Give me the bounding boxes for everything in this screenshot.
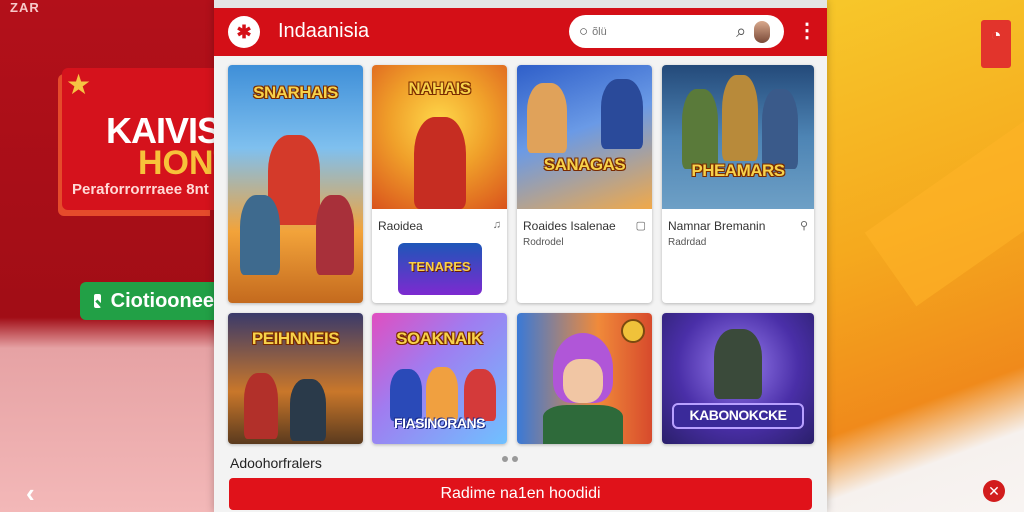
hero-figure (426, 367, 458, 421)
banner-line3: Peraforrorrraee 8nt (72, 181, 209, 198)
cta-button[interactable]: Radime na1en hoodidi (229, 478, 812, 510)
app-header: ✱ Indaanisia ○ õlü ⌕ ⋮ (214, 8, 827, 56)
badge-art: TENARES (397, 243, 482, 295)
hero-figure (464, 369, 496, 421)
game-art-logo: PEIHNNEIS (251, 329, 340, 348)
hero-figure (240, 195, 280, 275)
game-card[interactable]: SANAGAS Roaides Isalenae ▢ Rodrodel (517, 65, 652, 303)
search-icon: ○ (579, 23, 589, 40)
page-dot[interactable] (512, 456, 518, 462)
badge-logo: TENARES (408, 259, 471, 274)
hero-figure (762, 89, 798, 169)
game-title: Namnar Bremanin (668, 219, 766, 233)
app-logo-icon[interactable]: ✱ (228, 16, 260, 48)
hero-figure (316, 195, 354, 275)
hero-figure (714, 329, 762, 399)
card-info: Namnar Bremanin ⚲ Radrdad (662, 213, 814, 248)
game-art-logo: SANAGAS (543, 155, 626, 174)
decor-stripe (864, 83, 1024, 307)
game-card[interactable]: NAHAIS Raoidea ♫ TENARES (372, 65, 507, 303)
hero-figure (244, 373, 278, 439)
page-dot[interactable] (502, 456, 508, 462)
search-submit-icon[interactable]: ⌕ (736, 21, 746, 42)
game-art-bottom-logo: FIASINORANS (394, 415, 485, 431)
game-card[interactable]: KABONOKCKE (662, 313, 814, 444)
hero-figure (290, 379, 326, 441)
left-action-label: Ciotioonee (110, 289, 214, 312)
search-input[interactable]: õlü (592, 26, 732, 38)
game-title: Raoidea (378, 219, 423, 233)
section-label: Adoohorfralers (230, 455, 322, 471)
kebab-menu-icon[interactable]: ⋮ (797, 21, 817, 41)
game-art: SANAGAS (517, 65, 652, 209)
app-title: Indaanisia (278, 20, 370, 42)
window-icon[interactable]: ▢ (636, 219, 646, 232)
left-action-button[interactable]: Ciotioonee (80, 282, 214, 320)
avatar[interactable] (754, 20, 771, 43)
hero-face (563, 359, 603, 403)
game-title: Roaides Isalenae (523, 219, 616, 233)
status-strip (214, 0, 827, 8)
game-art: PHEAMARS (662, 65, 814, 209)
game-card[interactable]: SNARHAIS (228, 65, 363, 303)
game-subtitle: Rodrodel (523, 237, 564, 248)
game-art-logo: SOAKNAIK (396, 329, 483, 348)
bookmark-icon[interactable]: ◔ (981, 20, 1011, 68)
hero-figure (722, 75, 758, 161)
game-card[interactable]: SOAKNAIK FIASINORANS (372, 313, 507, 444)
search-icon[interactable]: ⚲ (800, 219, 808, 232)
banner-line2: HONTI (138, 144, 214, 182)
game-art-bottom-logo: KABONOKCKE (689, 407, 787, 423)
card-info: Raoidea ♫ TENARES (372, 213, 507, 295)
star-icon: ★ (66, 69, 92, 100)
game-art: PEIHNNEIS (228, 313, 363, 444)
game-card[interactable]: PHEAMARS Namnar Bremanin ⚲ Radrdad (662, 65, 814, 303)
promo-banner: ★ KAIVISI HONTI Peraforrorrraee 8nt (62, 68, 214, 210)
hero-figure (390, 369, 422, 421)
app-window: ✱ Indaanisia ○ õlü ⌕ ⋮ SNARHAIS NAHAIS R… (214, 0, 827, 512)
coin-icon (621, 319, 645, 343)
game-art-logo: SNARHAIS (253, 83, 338, 102)
hero-figure (601, 79, 643, 149)
hero-figure (682, 89, 718, 169)
hero-figure (527, 83, 567, 153)
game-art: SOAKNAIK FIASINORANS (372, 313, 507, 444)
close-icon[interactable]: ✕ (983, 480, 1005, 502)
checkbox-icon (94, 294, 101, 308)
pagination-dots[interactable] (502, 456, 518, 462)
game-art (517, 313, 652, 444)
sound-icon[interactable]: ♫ (493, 219, 501, 231)
game-art-logo: PHEAMARS (691, 161, 785, 180)
right-backdrop: ◔ ✕ (827, 0, 1024, 512)
hero-body (543, 405, 623, 444)
game-art: SNARHAIS (228, 65, 363, 303)
chevron-left-icon[interactable]: ‹ (26, 478, 35, 509)
game-subtitle: Radrdad (668, 237, 707, 248)
hero-figure (414, 117, 466, 209)
left-backdrop: ZАR ★ KAIVISI HONTI Peraforrorrraee 8nt … (0, 0, 214, 512)
left-top-text: ZАR (10, 0, 40, 15)
game-art: NAHAIS (372, 65, 507, 209)
card-info: Roaides Isalenae ▢ Rodrodel (517, 213, 652, 248)
search-bar[interactable]: ○ õlü ⌕ (569, 15, 784, 48)
game-card[interactable]: PEIHNNEIS (228, 313, 363, 444)
game-art-logo: NAHAIS (408, 79, 471, 98)
game-art: KABONOKCKE (662, 313, 814, 444)
game-card[interactable] (517, 313, 652, 444)
